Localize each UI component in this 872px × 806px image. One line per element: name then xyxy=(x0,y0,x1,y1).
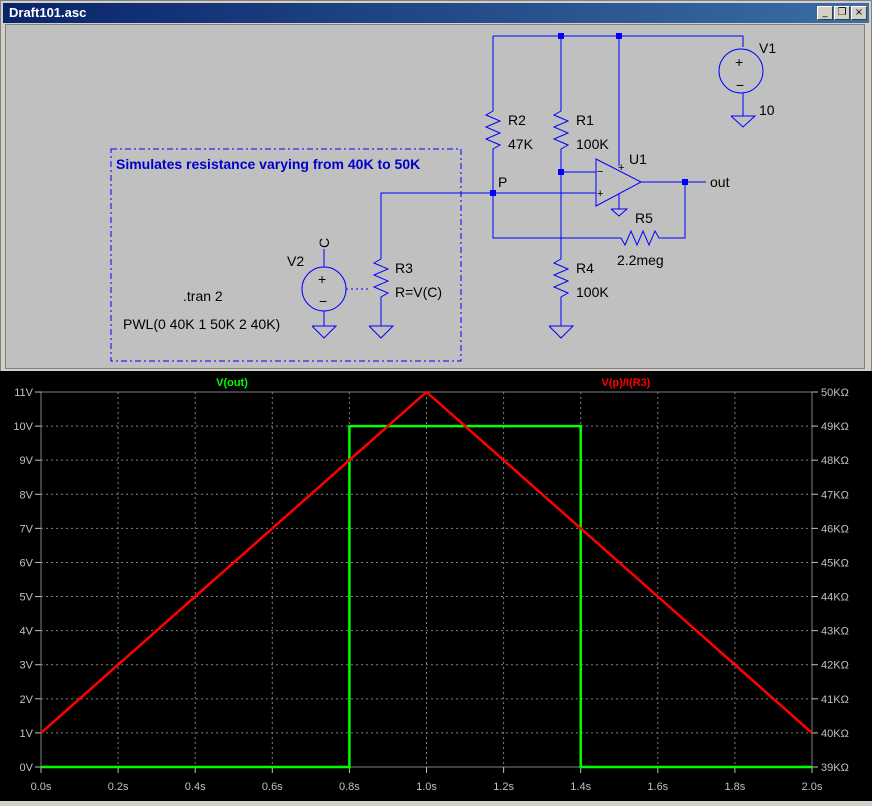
restore-button[interactable]: ❐ xyxy=(834,6,850,20)
x-tick-label: 1.2s xyxy=(493,781,514,793)
right-tick-label: 40KΩ xyxy=(821,728,849,740)
waveform-plot[interactable]: V(out) V(p)/I(R3) 11V 10V 9V 8V 7V 6V 5V 4V 3V 2V… xyxy=(0,371,872,801)
r3-value: R=V(C) xyxy=(395,284,442,300)
v1-value: 10 xyxy=(759,102,775,118)
r3-ground xyxy=(368,325,395,339)
left-tick-label: 1V xyxy=(20,728,34,740)
out-label: out xyxy=(710,174,730,190)
window-title: Draft101.asc xyxy=(9,5,87,20)
right-tick-label: 50KΩ xyxy=(821,387,849,399)
x-tick-label: 1.6s xyxy=(647,781,668,793)
left-tick-label: 6V xyxy=(20,557,34,569)
comment-text: Simulates resistance varying from 40K to… xyxy=(116,156,420,172)
r4-value: 100K xyxy=(576,284,609,300)
r5-label: R5 xyxy=(635,210,653,226)
pwl-directive: PWL(0 40K 1 50K 2 40K) xyxy=(123,316,280,332)
x-tick-label: 1.0s xyxy=(416,781,437,793)
title-bar: Draft101.asc _ ❐ × xyxy=(3,3,869,23)
x-tick-label: 0.4s xyxy=(185,781,206,793)
x-tick-label: 0.2s xyxy=(108,781,129,793)
left-tick-label: 8V xyxy=(20,489,34,501)
minimize-button[interactable]: _ xyxy=(817,6,833,20)
x-tick-label: 0.6s xyxy=(262,781,283,793)
x-tick-label: 0.0s xyxy=(31,781,52,793)
v1-ground xyxy=(730,115,757,128)
right-tick-label: 42KΩ xyxy=(821,660,849,672)
left-tick-label: 5V xyxy=(20,592,34,604)
tran-directive: .tran 2 xyxy=(183,288,223,304)
v2-label: V2 xyxy=(287,253,304,269)
left-tick-label: 7V xyxy=(20,523,34,535)
r5-value: 2.2meg xyxy=(617,252,664,268)
trace-v-out-label[interactable]: V(out) xyxy=(216,377,248,389)
right-tick-label: 43KΩ xyxy=(821,626,849,638)
schematic-canvas[interactable]: V1 10 + − R2 47K R1 100K U1 − + + P out … xyxy=(6,25,864,368)
r3-label: R3 xyxy=(395,260,413,276)
v2-ground xyxy=(311,325,338,339)
r4-resistor xyxy=(552,253,570,326)
v1-minus: − xyxy=(736,77,744,93)
left-tick-label: 9V xyxy=(20,455,34,467)
plot-grid xyxy=(40,391,813,768)
opamp-ground xyxy=(610,208,629,217)
waveform-viewer[interactable]: V(out) V(p)/I(R3) 11V 10V 9V 8V 7V 6V 5V 4V 3V 2V… xyxy=(0,371,872,801)
left-tick-label: 10V xyxy=(13,421,33,433)
right-tick-label: 41KΩ xyxy=(821,694,849,706)
left-axis: 11V 10V 9V 8V 7V 6V 5V 4V 3V 2V 1V 0V xyxy=(13,387,41,774)
right-tick-label: 49KΩ xyxy=(821,421,849,433)
left-tick-label: 2V xyxy=(20,694,34,706)
r1-value: 100K xyxy=(576,136,609,152)
r3-resistor xyxy=(372,253,390,326)
v1-label: V1 xyxy=(759,40,776,56)
r4-ground xyxy=(548,325,575,339)
x-axis: 0.0s 0.2s 0.4s 0.6s 0.8s 1.0s 1.2s 1.4s 1.6s 1.8s… xyxy=(31,767,823,793)
node-c-label: C xyxy=(316,238,332,248)
r1-resistor xyxy=(552,105,570,253)
right-tick-label: 39KΩ xyxy=(821,762,849,774)
x-tick-label: 2.0s xyxy=(802,781,823,793)
r1-label: R1 xyxy=(576,112,594,128)
x-tick-label: 1.4s xyxy=(570,781,591,793)
r4-label: R4 xyxy=(576,260,594,276)
x-tick-label: 0.8s xyxy=(339,781,360,793)
right-tick-label: 47KΩ xyxy=(821,489,849,501)
left-tick-label: 11V xyxy=(14,387,33,399)
left-tick-label: 3V xyxy=(20,660,34,672)
opamp-plus: + xyxy=(597,188,603,200)
right-tick-label: 46KΩ xyxy=(821,523,849,535)
v2-plus: + xyxy=(318,271,326,287)
v1-plus: + xyxy=(735,54,743,70)
right-axis: 50KΩ 49KΩ 48KΩ 47KΩ 46KΩ 45KΩ 44KΩ 43KΩ 42KΩ 41KΩ… xyxy=(812,387,849,774)
left-tick-label: 0V xyxy=(20,762,34,774)
right-tick-label: 48KΩ xyxy=(821,455,849,467)
r2-value: 47K xyxy=(508,136,534,152)
right-tick-label: 45KΩ xyxy=(821,557,849,569)
opamp-supply-plus: + xyxy=(618,162,624,174)
r2-label: R2 xyxy=(508,112,526,128)
u1-label: U1 xyxy=(629,151,647,167)
left-tick-label: 4V xyxy=(20,626,34,638)
opamp-minus: − xyxy=(597,166,603,178)
node-p-label: P xyxy=(498,174,507,190)
trace-vp-ir3-label[interactable]: V(p)/I(R3) xyxy=(602,377,651,389)
v2-minus: − xyxy=(319,293,327,309)
schematic-editor[interactable]: V1 10 + − R2 47K R1 100K U1 − + + P out … xyxy=(5,24,865,369)
right-tick-label: 44KΩ xyxy=(821,592,849,604)
close-button[interactable]: × xyxy=(851,6,867,20)
x-tick-label: 1.8s xyxy=(725,781,746,793)
